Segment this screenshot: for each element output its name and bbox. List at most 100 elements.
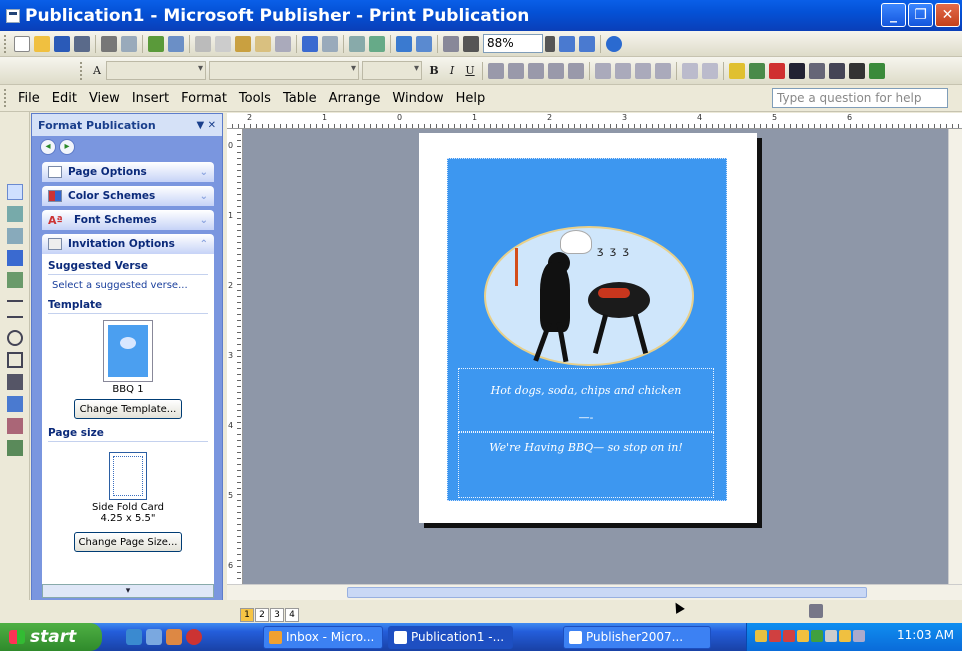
autoshapes-icon[interactable] <box>7 374 23 390</box>
maximize-button[interactable]: ❐ <box>908 3 933 27</box>
menu-grip[interactable] <box>4 89 8 107</box>
business-info-icon[interactable] <box>7 440 23 456</box>
align-left-icon[interactable] <box>488 62 504 79</box>
wordart-icon[interactable] <box>7 250 23 266</box>
menu-table[interactable]: Table <box>277 91 323 106</box>
bullets-icon[interactable] <box>615 62 631 79</box>
line-spacing-icon[interactable] <box>568 62 584 79</box>
back-icon[interactable]: ◂ <box>40 139 56 155</box>
save-icon[interactable] <box>54 35 70 52</box>
menu-file[interactable]: File <box>12 91 46 106</box>
taskbar-inbox[interactable]: Inbox - Micro... <box>263 626 383 649</box>
menu-format[interactable]: Format <box>175 91 233 106</box>
dash-style-icon[interactable] <box>809 62 825 79</box>
tray-icon[interactable] <box>853 630 865 642</box>
page-size-thumbnail[interactable] <box>109 452 147 500</box>
research-icon[interactable] <box>168 35 184 52</box>
permission-icon[interactable] <box>74 35 90 52</box>
style-combo[interactable] <box>106 61 206 80</box>
columns-icon[interactable] <box>443 35 459 52</box>
toolbar-grip[interactable] <box>80 61 84 80</box>
underline-button[interactable]: U <box>461 62 479 80</box>
section-font-schemes[interactable]: Aª Font Schemes ⌄ <box>42 210 214 230</box>
page-tab-2[interactable]: 2 <box>255 608 269 622</box>
text-box-icon[interactable] <box>7 206 23 222</box>
template-thumbnail[interactable] <box>103 320 153 382</box>
start-button[interactable]: start <box>0 623 102 651</box>
toolbar-grip[interactable] <box>4 34 8 53</box>
tray-icon[interactable] <box>769 630 781 642</box>
hyperlink-icon[interactable] <box>396 35 412 52</box>
spelling-icon[interactable] <box>148 35 164 52</box>
section-color-schemes[interactable]: Color Schemes ⌄ <box>42 186 214 206</box>
print-preview-icon[interactable] <box>121 35 137 52</box>
section-page-options[interactable]: Page Options ⌄ <box>42 162 214 182</box>
horizontal-scroll-thumb[interactable] <box>347 587 867 598</box>
font-size-combo[interactable] <box>362 61 422 80</box>
zoom-out-icon[interactable] <box>559 35 575 52</box>
menu-edit[interactable]: Edit <box>46 91 83 106</box>
select-verse-link[interactable]: Select a suggested verse... <box>48 280 208 291</box>
menu-window[interactable]: Window <box>386 91 449 106</box>
increase-indent-icon[interactable] <box>655 62 671 79</box>
menu-view[interactable]: View <box>83 91 126 106</box>
special-characters-icon[interactable] <box>463 35 479 52</box>
zoom-dropdown-icon[interactable] <box>545 35 555 52</box>
menu-arrange[interactable]: Arrange <box>323 91 387 106</box>
vertical-ruler[interactable]: 0 1 2 3 4 5 6 <box>227 129 243 584</box>
italic-button[interactable]: I <box>443 62 461 80</box>
insert-table-icon[interactable] <box>7 228 23 244</box>
undo-icon[interactable] <box>302 35 318 52</box>
send-to-back-icon[interactable] <box>369 35 385 52</box>
tray-icon[interactable] <box>839 630 851 642</box>
font-color-icon[interactable] <box>769 62 785 79</box>
design-gallery-icon[interactable] <box>7 418 23 434</box>
clear-icon[interactable] <box>275 35 291 52</box>
zoom-page-icon[interactable] <box>416 35 432 52</box>
horizontal-ruler[interactable]: 2 1 0 1 2 3 4 5 6 <box>227 113 962 129</box>
arrow-style-icon[interactable] <box>829 62 845 79</box>
help-icon[interactable] <box>606 35 622 52</box>
task-pane-menu-icon[interactable]: ▼ ✕ <box>196 120 216 131</box>
card-text-box-bottom[interactable]: We're Having BBQ— so stop on in! <box>458 432 714 498</box>
numbering-icon[interactable] <box>595 62 611 79</box>
format-painter-icon[interactable] <box>255 35 271 52</box>
decrease-font-icon[interactable] <box>682 62 698 79</box>
rectangle-tool-icon[interactable] <box>7 352 23 368</box>
line-tool-icon[interactable] <box>7 300 23 302</box>
oval-tool-icon[interactable] <box>7 330 23 346</box>
card-text-box-top[interactable]: Hot dogs, soda, chips and chicken —- <box>458 368 714 432</box>
taskbar-publication1[interactable]: Publication1 -... <box>388 626 513 649</box>
outlook-icon[interactable] <box>146 629 162 645</box>
publisher-app-icon[interactable] <box>6 8 20 23</box>
font-combo[interactable] <box>209 61 359 80</box>
new-icon[interactable] <box>14 35 30 52</box>
fill-color-icon[interactable] <box>729 62 745 79</box>
media-icon[interactable] <box>186 629 202 645</box>
change-page-size-button[interactable]: Change Page Size... <box>74 532 182 552</box>
copy-icon[interactable] <box>215 35 231 52</box>
paste-icon[interactable] <box>235 35 251 52</box>
bring-to-front-icon[interactable] <box>349 35 365 52</box>
redo-icon[interactable] <box>322 35 338 52</box>
change-template-button[interactable]: Change Template... <box>74 399 182 419</box>
cut-icon[interactable] <box>195 35 211 52</box>
taskbar-publisher2007[interactable]: Publisher2007... <box>563 626 711 649</box>
align-right-icon[interactable] <box>528 62 544 79</box>
bold-button[interactable]: B <box>425 62 443 80</box>
task-pane-scrollbar[interactable]: ▾ <box>42 584 214 598</box>
open-icon[interactable] <box>34 35 50 52</box>
page-tab-1[interactable]: 1 <box>240 608 254 622</box>
3d-style-icon[interactable] <box>869 62 885 79</box>
line-style-icon[interactable] <box>789 62 805 79</box>
horizontal-scrollbar[interactable] <box>227 584 962 600</box>
arrow-tool-icon[interactable] <box>7 316 23 318</box>
line-color-icon[interactable] <box>749 62 765 79</box>
help-question-input[interactable]: Type a question for help <box>772 88 948 108</box>
tray-icon[interactable] <box>811 630 823 642</box>
tray-icon[interactable] <box>783 630 795 642</box>
page-tab-3[interactable]: 3 <box>270 608 284 622</box>
shadow-style-icon[interactable] <box>849 62 865 79</box>
page-tab-4[interactable]: 4 <box>285 608 299 622</box>
internet-explorer-icon[interactable] <box>126 629 142 645</box>
